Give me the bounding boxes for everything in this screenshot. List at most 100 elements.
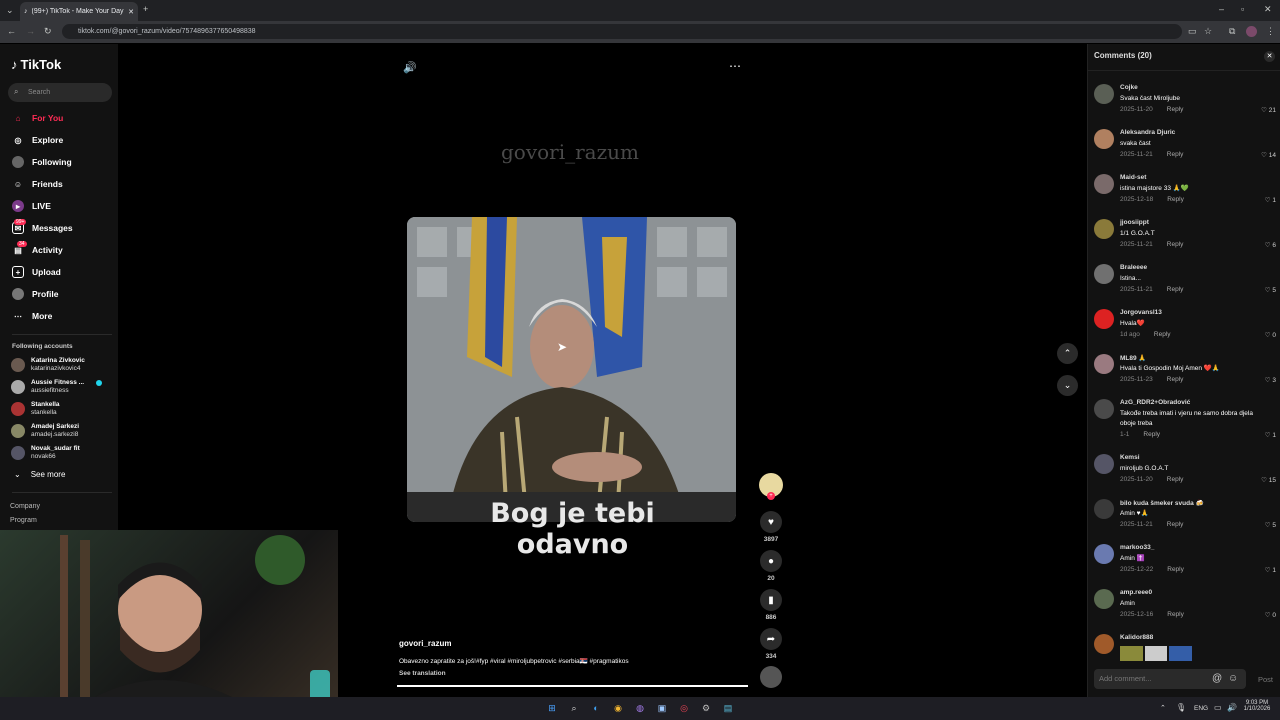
obs-icon[interactable]: ◎	[677, 701, 691, 715]
emoji-icon[interactable]: ☺	[1228, 673, 1238, 684]
settings-gear-icon[interactable]: ⚙	[699, 701, 713, 715]
footer-link-company[interactable]: Company	[10, 503, 40, 510]
cast-icon[interactable]: ▭	[1188, 26, 1197, 37]
avatar[interactable]	[1094, 264, 1114, 284]
reply-button[interactable]: Reply	[1167, 286, 1184, 293]
following-account[interactable]: Stankella stankella	[11, 401, 60, 417]
maximize-icon[interactable]: ▫	[1241, 4, 1244, 14]
comment-username[interactable]: Jorgovansl13	[1120, 309, 1162, 316]
reply-button[interactable]: Reply	[1167, 106, 1184, 113]
reply-button[interactable]: Reply	[1167, 151, 1184, 158]
comment-username[interactable]: Braleeee	[1120, 264, 1147, 271]
sound-disc-avatar[interactable]	[760, 666, 782, 688]
extensions-icon[interactable]: ⧉	[1229, 26, 1235, 37]
nav-more[interactable]: ⋯ More	[12, 310, 52, 322]
volume-icon[interactable]: 🔊	[403, 61, 417, 74]
menu-kebab-icon[interactable]: ⋮	[1266, 26, 1275, 37]
nav-explore[interactable]: ◎ Explore	[12, 134, 64, 146]
bookmark-star-icon[interactable]: ☆	[1204, 26, 1212, 37]
comment-like-button[interactable]: ♡ 1	[1265, 566, 1276, 574]
follow-plus-icon[interactable]: +	[767, 492, 775, 500]
profile-avatar[interactable]	[1246, 26, 1257, 37]
comment-username[interactable]: Cojke	[1120, 84, 1138, 91]
avatar[interactable]	[1094, 219, 1114, 239]
following-account[interactable]: Katarina Zivkovic katarinazivkovic4	[11, 357, 85, 373]
more-options-icon[interactable]: ⋯	[729, 59, 741, 73]
avatar[interactable]	[1094, 544, 1114, 564]
tray-chevron-icon[interactable]: ⌃	[1160, 704, 1166, 712]
close-tab-icon[interactable]: ✕	[128, 8, 134, 16]
minimize-icon[interactable]: –	[1219, 4, 1224, 14]
video-player[interactable]	[407, 217, 736, 522]
avatar[interactable]	[1094, 84, 1114, 104]
following-account[interactable]: Novak_sudar fit novak66	[11, 445, 80, 461]
like-button[interactable]: ♥	[760, 511, 782, 533]
nav-upload[interactable]: + Upload	[12, 266, 61, 278]
app-icon[interactable]: ▤	[721, 701, 735, 715]
close-window-icon[interactable]: ✕	[1264, 4, 1272, 15]
avatar[interactable]	[1094, 174, 1114, 194]
reply-button[interactable]: Reply	[1167, 196, 1184, 203]
avatar[interactable]	[1094, 354, 1114, 374]
reply-button[interactable]: Reply	[1167, 376, 1184, 383]
nav-following[interactable]: Following	[12, 156, 72, 168]
reply-button[interactable]: Reply	[1167, 241, 1184, 248]
post-button[interactable]: Post	[1258, 675, 1273, 684]
comment-like-button[interactable]: ♡ 0	[1265, 611, 1276, 619]
comment-username[interactable]: Maid-set	[1120, 174, 1146, 181]
reply-button[interactable]: Reply	[1167, 476, 1184, 483]
discord-icon[interactable]: ◍	[633, 701, 647, 715]
comment-image-thumbnails[interactable]	[1120, 646, 1193, 661]
video-progress-bar[interactable]	[397, 685, 748, 687]
url-bar[interactable]: tiktok.com/@govori_razum/video/757489637…	[62, 24, 1182, 39]
forward-icon[interactable]: →	[26, 26, 35, 36]
share-button[interactable]: ➦	[760, 628, 782, 650]
nav-for-you[interactable]: ⌂ For You	[12, 112, 64, 124]
footer-link-program[interactable]: Program	[10, 517, 37, 524]
tiktok-logo[interactable]: ♪ TikTok	[11, 57, 61, 72]
comment-username[interactable]: markoo33_	[1120, 544, 1154, 551]
see-more-button[interactable]: ⌄ See more	[14, 470, 65, 479]
chrome-icon[interactable]: ◉	[611, 701, 625, 715]
comment-like-button[interactable]: ♡ 1	[1265, 431, 1276, 439]
reload-icon[interactable]: ↻	[44, 26, 52, 37]
comment-username[interactable]: ML89 🙏	[1120, 354, 1147, 362]
nav-profile[interactable]: Profile	[12, 288, 58, 300]
tab-search-icon[interactable]: ⌄	[6, 5, 14, 16]
new-tab-icon[interactable]: +	[143, 4, 148, 14]
comment-like-button[interactable]: ♡ 3	[1265, 376, 1276, 384]
reply-button[interactable]: Reply	[1154, 331, 1171, 338]
comment-username[interactable]: Kalidor888	[1120, 634, 1153, 641]
mention-icon[interactable]: @	[1212, 673, 1222, 684]
nav-live[interactable]: ▸ LIVE	[12, 200, 51, 212]
clock[interactable]: 9:03 PM 1/10/2026	[1243, 700, 1271, 712]
see-translation-link[interactable]: See translation	[399, 670, 446, 677]
back-icon[interactable]: ←	[7, 26, 16, 36]
comment-like-button[interactable]: ♡ 1	[1265, 196, 1276, 204]
avatar[interactable]	[1094, 399, 1114, 419]
close-comments-icon[interactable]: ✕	[1264, 51, 1275, 62]
comment-username[interactable]: amp.reee0	[1120, 589, 1152, 596]
comment-like-button[interactable]: ♡ 5	[1265, 521, 1276, 529]
windows-start-icon[interactable]: ⊞	[545, 701, 559, 715]
avatar[interactable]	[1094, 454, 1114, 474]
add-comment-input[interactable]: Add comment...	[1094, 669, 1246, 689]
comment-username[interactable]: Kemsi	[1120, 454, 1140, 461]
video-author[interactable]: govori_razum	[399, 639, 451, 648]
taskbar-search-icon[interactable]: ⌕	[567, 701, 581, 715]
avatar[interactable]	[1094, 499, 1114, 519]
comment-like-button[interactable]: ♡ 14	[1261, 151, 1276, 159]
avatar[interactable]	[1094, 309, 1114, 329]
browser-tab[interactable]: ♪ (99+) TikTok - Make Your Day ✕	[20, 2, 138, 21]
next-video-button[interactable]: ⌄	[1057, 375, 1078, 396]
comment-username[interactable]: jjoosiippt	[1120, 219, 1149, 226]
network-icon[interactable]: ▭	[1214, 703, 1222, 712]
comment-username[interactable]: AzG_RDR2+Obradović	[1120, 399, 1190, 406]
comment-username[interactable]: Aleksandra Djuric	[1120, 129, 1175, 136]
reply-button[interactable]: Reply	[1143, 431, 1160, 438]
save-button[interactable]: ▮	[760, 589, 782, 611]
comment-button[interactable]: ●	[760, 550, 782, 572]
avatar[interactable]	[1094, 634, 1114, 654]
reply-button[interactable]: Reply	[1167, 566, 1184, 573]
reply-button[interactable]: Reply	[1167, 521, 1184, 528]
